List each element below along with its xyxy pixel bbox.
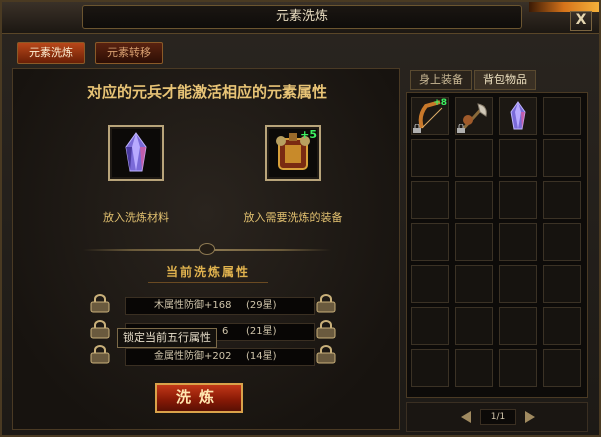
prev-page-icon[interactable]: [459, 409, 473, 425]
attribute-text: 金属性防御+202: [154, 351, 232, 362]
window-title: 元素洗炼: [82, 5, 522, 29]
inventory-slot[interactable]: [411, 265, 449, 303]
lock-icon[interactable]: [89, 345, 111, 365]
page-indicator: 1/1: [480, 409, 516, 425]
inventory-slot[interactable]: [455, 349, 493, 387]
inventory-slot[interactable]: [543, 307, 581, 345]
blue-crystal-icon: [510, 101, 526, 130]
lock-icon[interactable]: [315, 320, 337, 340]
refine-instruction: 对应的元兵才能激活相应的元素属性: [86, 83, 327, 101]
inventory-slot[interactable]: [411, 349, 449, 387]
inventory-slot[interactable]: [455, 181, 493, 219]
inventory-slot[interactable]: [543, 223, 581, 261]
element-refine-window: 元素洗炼 X 元素洗炼 元素转移 对应的元兵才能激活相应的元素属性 放入洗炼材料: [0, 0, 601, 437]
divider-ornament: [199, 243, 215, 255]
pagination: 1/1: [406, 402, 588, 432]
tab-element-refine[interactable]: 元素洗炼: [17, 42, 85, 64]
inventory-slot[interactable]: [455, 223, 493, 261]
lock-icon: [413, 124, 421, 133]
inventory-slot[interactable]: [499, 307, 537, 345]
tab-element-transfer[interactable]: 元素转移: [95, 42, 163, 64]
inventory-slot[interactable]: [543, 181, 581, 219]
enhance-level: +8: [433, 98, 447, 108]
lock-icon[interactable]: [89, 294, 111, 314]
inventory-slot[interactable]: [543, 349, 581, 387]
inventory-slot[interactable]: [455, 139, 493, 177]
inventory-slot[interactable]: [499, 181, 537, 219]
tab-backpack[interactable]: 背包物品: [474, 70, 536, 90]
inventory-slot[interactable]: [499, 265, 537, 303]
title-bar[interactable]: 元素洗炼 X: [2, 2, 599, 34]
close-button[interactable]: X: [570, 11, 592, 31]
inventory-slot[interactable]: [455, 265, 493, 303]
inventory-slot[interactable]: [499, 97, 537, 135]
inventory-slot[interactable]: +8: [411, 97, 449, 135]
attribute-stars: (14星): [246, 351, 277, 362]
attribute-text: 6: [222, 326, 229, 337]
inventory-slot[interactable]: [499, 223, 537, 261]
attribute-stars: (21星): [246, 326, 277, 337]
attribute-stars: (29星): [246, 300, 277, 311]
inventory-slot[interactable]: [499, 139, 537, 177]
inventory-slot[interactable]: [411, 223, 449, 261]
lock-icon[interactable]: [315, 294, 337, 314]
lock-tooltip: 锁定当前五行属性: [117, 328, 217, 348]
inventory-grid: +8: [406, 92, 588, 398]
inventory-slot[interactable]: [455, 97, 493, 135]
inventory-slot[interactable]: [499, 349, 537, 387]
attribute-text: 木属性防御+168: [154, 300, 232, 311]
inventory-slot[interactable]: [411, 139, 449, 177]
tab-equipped[interactable]: 身上装备: [410, 70, 472, 90]
inventory-slot[interactable]: [411, 181, 449, 219]
material-slot-caption: 放入洗炼材料: [103, 211, 169, 224]
lock-icon[interactable]: [315, 345, 337, 365]
material-slot[interactable]: [108, 125, 164, 181]
current-attributes-title: 当前洗炼属性: [148, 263, 268, 283]
equipment-slot-caption: 放入需要洗炼的装备: [243, 211, 343, 224]
refine-button[interactable]: 洗炼: [155, 383, 243, 413]
attribute-row: 木属性防御+168 (29星): [125, 297, 315, 315]
inventory-slot[interactable]: [543, 139, 581, 177]
blue-crystal-icon: [125, 132, 147, 172]
inventory-slot[interactable]: [543, 97, 581, 135]
inventory-slot[interactable]: [455, 307, 493, 345]
enhance-level: +5: [300, 128, 317, 141]
inventory-slot[interactable]: [411, 307, 449, 345]
lock-icon: [457, 124, 465, 133]
next-page-icon[interactable]: [523, 409, 537, 425]
equipment-slot[interactable]: +5: [265, 125, 321, 181]
refine-panel: 对应的元兵才能激活相应的元素属性 放入洗炼材料 +5 放入需要洗炼的装备 当前洗…: [12, 68, 400, 430]
inventory-slot[interactable]: [543, 265, 581, 303]
lock-icon[interactable]: [89, 320, 111, 340]
attribute-row: 金属性防御+202 (14星): [125, 348, 315, 366]
